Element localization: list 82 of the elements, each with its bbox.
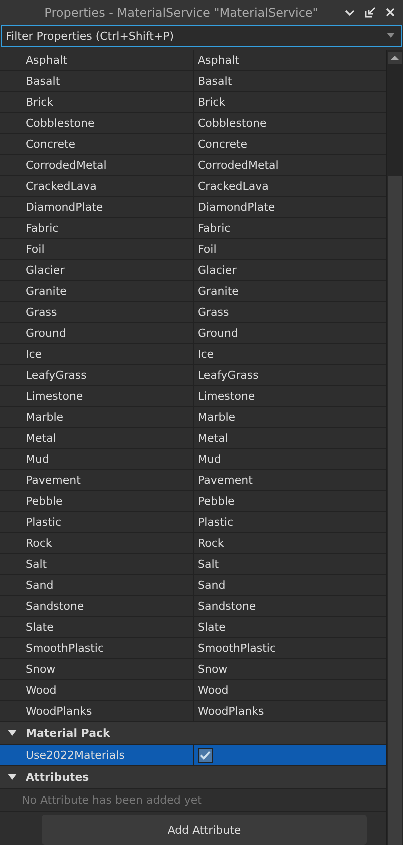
property-name: Snow [0,659,194,679]
scrollbar-thumb[interactable] [388,176,402,845]
property-value[interactable]: Cobblestone [194,113,386,133]
property-name: Rock [0,533,194,553]
checkbox[interactable] [198,748,213,762]
property-value[interactable]: Brick [194,92,386,112]
property-value[interactable]: DiamondPlate [194,197,386,217]
property-value[interactable]: Basalt [194,71,386,91]
section-title: Material Pack [26,726,110,740]
property-name: Marble [0,407,194,427]
property-name: Grass [0,302,194,322]
property-name: Ice [0,344,194,364]
property-name: Mud [0,449,194,469]
property-name: Pebble [0,491,194,511]
property-name: Concrete [0,134,194,154]
property-value[interactable]: Ground [194,323,386,343]
triangle-icon[interactable] [8,774,17,780]
property-value[interactable]: Limestone [194,386,386,406]
property-name: DiamondPlate [0,197,194,217]
section-title: Attributes [26,770,90,784]
property-name: Foil [0,239,194,259]
property-value[interactable]: Mud [194,449,386,469]
property-value[interactable]: Asphalt [194,50,386,70]
property-name: Asphalt [0,50,194,70]
property-value[interactable]: Wood [194,680,386,700]
property-value[interactable]: Fabric [194,218,386,238]
property-value[interactable]: Pavement [194,470,386,490]
property-value[interactable]: CorrodedMetal [194,155,386,175]
property-value[interactable]: Metal [194,428,386,448]
property-name: Wood [0,680,194,700]
property-value[interactable]: CrackedLava [194,176,386,196]
property-value[interactable]: Snow [194,659,386,679]
property-value[interactable]: Granite [194,281,386,301]
property-value[interactable]: SmoothPlastic [194,638,386,658]
property-value[interactable]: Salt [194,554,386,574]
property-value[interactable]: Pebble [194,491,386,511]
property-value[interactable]: WoodPlanks [194,701,386,721]
property-name: CrackedLava [0,176,194,196]
property-value[interactable]: Rock [194,533,386,553]
property-name: Limestone [0,386,194,406]
property-value[interactable]: Marble [194,407,386,427]
property-name: Basalt [0,71,194,91]
property-value[interactable]: Grass [194,302,386,322]
triangle-icon[interactable] [8,730,17,736]
add-attribute-button[interactable]: Add Attribute [42,815,367,845]
property-name: Use2022Materials [0,745,194,765]
property-name: Fabric [0,218,194,238]
close-icon[interactable] [386,8,395,17]
property-name: LeafyGrass [0,365,194,385]
property-name: Ground [0,323,194,343]
scrollbar[interactable] [386,50,403,845]
property-name: Granite [0,281,194,301]
property-name: SmoothPlastic [0,638,194,658]
empty-attributes-note: No Attribute has been added yet [0,789,386,812]
property-value[interactable]: Plastic [194,512,386,532]
window-title: Properties - MaterialService "MaterialService" [44,6,318,20]
property-value[interactable]: Sandstone [194,596,386,616]
property-row[interactable]: Use2022Materials [0,745,386,766]
property-value[interactable]: Slate [194,617,386,637]
property-name: Brick [0,92,194,112]
property-name: Slate [0,617,194,637]
property-name: Cobblestone [0,113,194,133]
property-name: Sand [0,575,194,595]
property-name: Sandstone [0,596,194,616]
property-value[interactable]: Ice [194,344,386,364]
property-value[interactable]: Foil [194,239,386,259]
property-value[interactable]: Sand [194,575,386,595]
scroll-up-icon[interactable] [388,52,402,64]
property-name: Glacier [0,260,194,280]
undock-icon[interactable] [365,7,376,18]
filter-field[interactable]: Filter Properties (Ctrl+Shift+P) [1,25,402,47]
property-name: Plastic [0,512,194,532]
property-value[interactable]: LeafyGrass [194,365,386,385]
property-name: CorrodedMetal [0,155,194,175]
property-name: Salt [0,554,194,574]
property-name: Pavement [0,470,194,490]
property-value[interactable]: Concrete [194,134,386,154]
property-name: WoodPlanks [0,701,194,721]
property-value[interactable]: Glacier [194,260,386,280]
dropdown-arrow-icon[interactable] [387,33,395,38]
property-name: Metal [0,428,194,448]
chevron-down-icon[interactable] [345,8,355,16]
